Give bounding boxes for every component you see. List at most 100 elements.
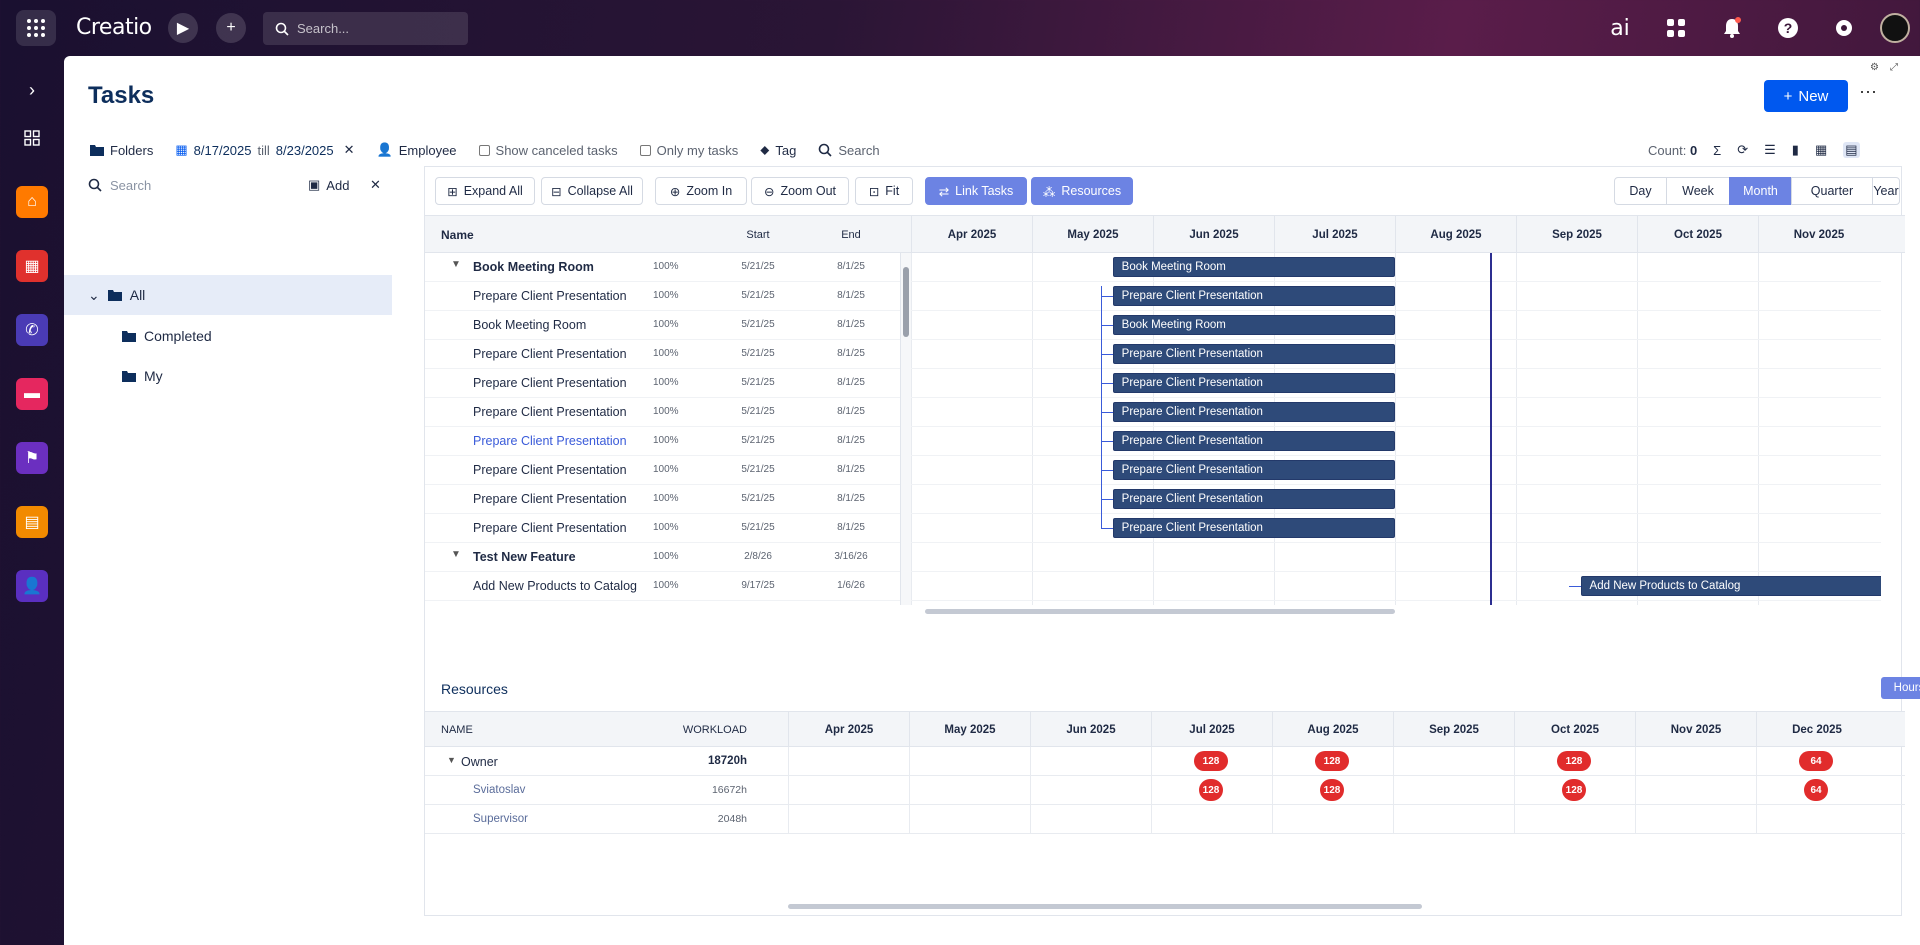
task-row[interactable]: ▼ Test New Feature 100% 2/8/26 3/16/26: [425, 543, 900, 572]
workload-badge[interactable]: 128: [1557, 751, 1591, 771]
help-icon[interactable]: ?: [1774, 14, 1802, 42]
resource-row[interactable]: ▼ Owner 18720h 128 128 128 64: [425, 747, 1905, 776]
more-options-icon[interactable]: ⋯: [1859, 82, 1877, 103]
creatio-logo[interactable]: Creatio: [76, 15, 152, 40]
task-row[interactable]: ▼ Book Meeting Room 100% 5/21/25 8/1/25: [425, 253, 900, 282]
link-tasks-button[interactable]: ⇄ Link Tasks: [925, 177, 1027, 205]
workload-badge[interactable]: 128: [1562, 779, 1586, 801]
phone-icon[interactable]: ✆: [16, 314, 48, 346]
res-col-workload[interactable]: WORKLOAD: [647, 724, 747, 736]
col-name-header[interactable]: Name: [441, 216, 474, 254]
contact-icon[interactable]: 👤: [16, 570, 48, 602]
ai-icon[interactable]: ai: [1606, 14, 1634, 42]
workload-badge[interactable]: 64: [1799, 751, 1833, 771]
task-name[interactable]: Prepare Client Presentation: [473, 405, 627, 419]
task-bar[interactable]: Book Meeting Room: [1112, 315, 1395, 335]
employee-filter[interactable]: 👤 Employee: [377, 142, 457, 158]
task-row[interactable]: Prepare Client Presentation 100% 5/21/25 8/…: [425, 398, 900, 427]
task-name[interactable]: Book Meeting Room: [473, 318, 586, 332]
calendar-icon[interactable]: ▦: [16, 250, 48, 282]
folders-filter[interactable]: Folders: [90, 143, 153, 158]
expand-all-button[interactable]: ⊞ Expand All: [435, 177, 535, 205]
col-start-header[interactable]: Start: [733, 216, 783, 254]
gantt-view-icon[interactable]: ▤: [1843, 142, 1860, 158]
task-row[interactable]: ▼Add New Products to Catalog100%9/17/251…: [425, 601, 900, 605]
task-bar[interactable]: Add New Products to Catalog: [1580, 576, 1881, 596]
show-canceled-box[interactable]: [478, 144, 490, 156]
scale-quarter[interactable]: Quarter: [1791, 177, 1873, 205]
expand-sidebar-icon[interactable]: ›: [16, 74, 48, 106]
zoom-in-button[interactable]: ⊕ Zoom In: [655, 177, 747, 205]
chevron-down-icon[interactable]: ⌄: [88, 287, 100, 304]
task-name[interactable]: Prepare Client Presentation: [473, 347, 627, 361]
task-row[interactable]: Prepare Client Presentation 100% 5/21/25 8/…: [425, 514, 900, 543]
only-my-box[interactable]: [639, 144, 651, 156]
resources-button[interactable]: ⁂ Resources: [1031, 177, 1133, 205]
res-col-name[interactable]: NAME: [441, 724, 473, 736]
settings-icon[interactable]: [1830, 14, 1858, 42]
app-launcher-icon[interactable]: [16, 10, 56, 46]
scrollbar-thumb[interactable]: [903, 267, 909, 337]
apps-icon[interactable]: [1662, 14, 1690, 42]
date-range-filter[interactable]: ▦ 8/17/2025 till 8/23/2025 ✕: [175, 142, 354, 158]
task-row[interactable]: Prepare Client Presentation 100% 5/21/25 8/…: [425, 456, 900, 485]
gantt-horizontal-scrollbar[interactable]: [925, 609, 1395, 614]
task-name[interactable]: Prepare Client Presentation: [473, 492, 627, 506]
scale-month[interactable]: Month: [1729, 177, 1792, 205]
workload-badge[interactable]: 128: [1315, 751, 1349, 771]
task-row[interactable]: Prepare Client Presentation 100% 5/21/25 8/…: [425, 369, 900, 398]
home-icon[interactable]: ⌂: [16, 186, 48, 218]
add-folder-button[interactable]: ▣ Add: [308, 177, 349, 193]
task-bar[interactable]: Prepare Client Presentation: [1112, 402, 1395, 422]
task-row[interactable]: Prepare Client Presentation 100% 5/21/25 8/…: [425, 485, 900, 514]
user-avatar[interactable]: [1880, 13, 1910, 43]
task-row[interactable]: Add New Products to Catalog 100% 9/17/25 1/…: [425, 572, 900, 601]
resource-row[interactable]: Supervisor 2048h: [425, 805, 1905, 834]
play-icon[interactable]: ▶: [168, 13, 198, 43]
collapse-group-icon[interactable]: ▼: [447, 755, 456, 765]
global-search-input[interactable]: Search...: [263, 12, 468, 45]
notifications-icon[interactable]: [1718, 14, 1746, 42]
workload-badge[interactable]: 128: [1320, 779, 1344, 801]
task-bar[interactable]: Prepare Client Presentation: [1112, 373, 1395, 393]
task-name[interactable]: Test New Feature: [473, 550, 576, 564]
folder-completed[interactable]: Completed: [64, 316, 392, 356]
zoom-out-button[interactable]: ⊖ Zoom Out: [751, 177, 849, 205]
collapse-group-icon[interactable]: ▼: [451, 549, 461, 560]
workload-badge[interactable]: 64: [1804, 779, 1828, 801]
close-folders-icon[interactable]: ✕: [370, 177, 381, 193]
flag-icon[interactable]: ⚑: [16, 442, 48, 474]
list-view-icon[interactable]: ☰: [1764, 142, 1776, 158]
refresh-icon[interactable]: ⟳: [1737, 142, 1748, 158]
chat-icon[interactable]: ▬: [16, 378, 48, 410]
hours-button[interactable]: Hours: [1881, 677, 1920, 699]
task-bar[interactable]: Prepare Client Presentation: [1112, 460, 1395, 480]
task-bar[interactable]: Book Meeting Room: [1112, 257, 1395, 277]
task-name[interactable]: Prepare Client Presentation: [473, 376, 627, 390]
scale-week[interactable]: Week: [1666, 177, 1730, 205]
folder-my[interactable]: My: [64, 356, 392, 396]
folder-all[interactable]: ⌄ All: [64, 275, 392, 315]
only-my-checkbox[interactable]: Only my tasks: [639, 143, 738, 158]
scale-day[interactable]: Day: [1614, 177, 1667, 205]
collapse-all-button[interactable]: ⊟ Collapse All: [541, 177, 643, 205]
list-search[interactable]: Search: [818, 143, 880, 158]
clear-date-icon[interactable]: ✕: [344, 142, 355, 158]
resource-row[interactable]: Sviatoslav 16672h 128 128 128 64: [425, 776, 1905, 805]
task-row[interactable]: Book Meeting Room 100% 5/21/25 8/1/25: [425, 311, 900, 340]
task-row[interactable]: Prepare Client Presentation 100% 5/21/25 8/…: [425, 427, 900, 456]
show-canceled-checkbox[interactable]: Show canceled tasks: [478, 143, 618, 158]
fit-button[interactable]: ⊡ Fit: [855, 177, 913, 205]
task-bar[interactable]: Prepare Client Presentation: [1112, 518, 1395, 538]
workload-badge[interactable]: 128: [1199, 779, 1223, 801]
gear-small-icon[interactable]: ⚙: [1870, 62, 1879, 73]
sum-icon[interactable]: Σ: [1713, 143, 1721, 158]
vertical-scrollbar[interactable]: [901, 253, 911, 605]
task-bar[interactable]: Prepare Client Presentation: [1112, 286, 1395, 306]
task-row[interactable]: Prepare Client Presentation 100% 5/21/25 8/…: [425, 282, 900, 311]
tag-filter[interactable]: ⬥ Tag: [760, 142, 796, 158]
tiles-view-icon[interactable]: ▦: [1815, 142, 1827, 158]
resources-horizontal-scrollbar[interactable]: [788, 904, 1422, 909]
task-name[interactable]: Prepare Client Presentation: [473, 434, 627, 448]
scale-year[interactable]: Year: [1872, 177, 1900, 205]
